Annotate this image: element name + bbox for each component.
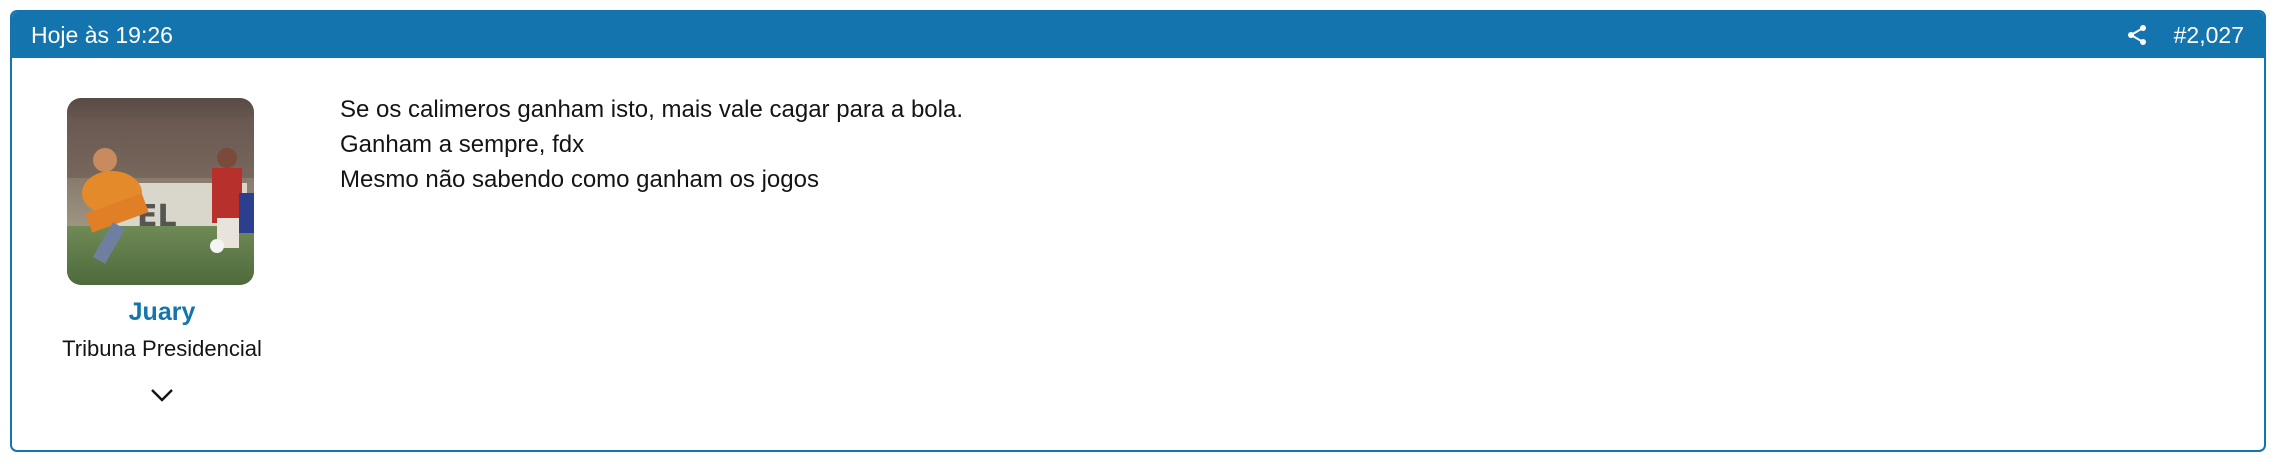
post-timestamp[interactable]: Hoje às 19:26 xyxy=(31,22,173,49)
author-name[interactable]: Juary xyxy=(12,298,312,327)
author-title: Tribuna Presidencial xyxy=(62,336,262,361)
post-message: Se os calimeros ganham isto, mais vale c… xyxy=(340,92,963,197)
post-container: Hoje às 19:26 #2,027 EL Juary Tribuna Pr… xyxy=(10,10,2266,452)
message-line: Ganham a sempre, fdx xyxy=(340,131,585,158)
chevron-down-icon[interactable] xyxy=(150,385,174,405)
message-line: Se os calimeros ganham isto, mais vale c… xyxy=(340,96,963,123)
post-header: Hoje às 19:26 #2,027 xyxy=(12,12,2264,58)
avatar[interactable]: EL xyxy=(67,98,254,285)
post-number-link[interactable]: #2,027 xyxy=(2174,22,2244,49)
share-icon[interactable] xyxy=(2126,24,2148,46)
post-header-actions: #2,027 xyxy=(2126,22,2244,49)
message-line: Mesmo não sabendo como ganham os jogos xyxy=(340,166,819,193)
